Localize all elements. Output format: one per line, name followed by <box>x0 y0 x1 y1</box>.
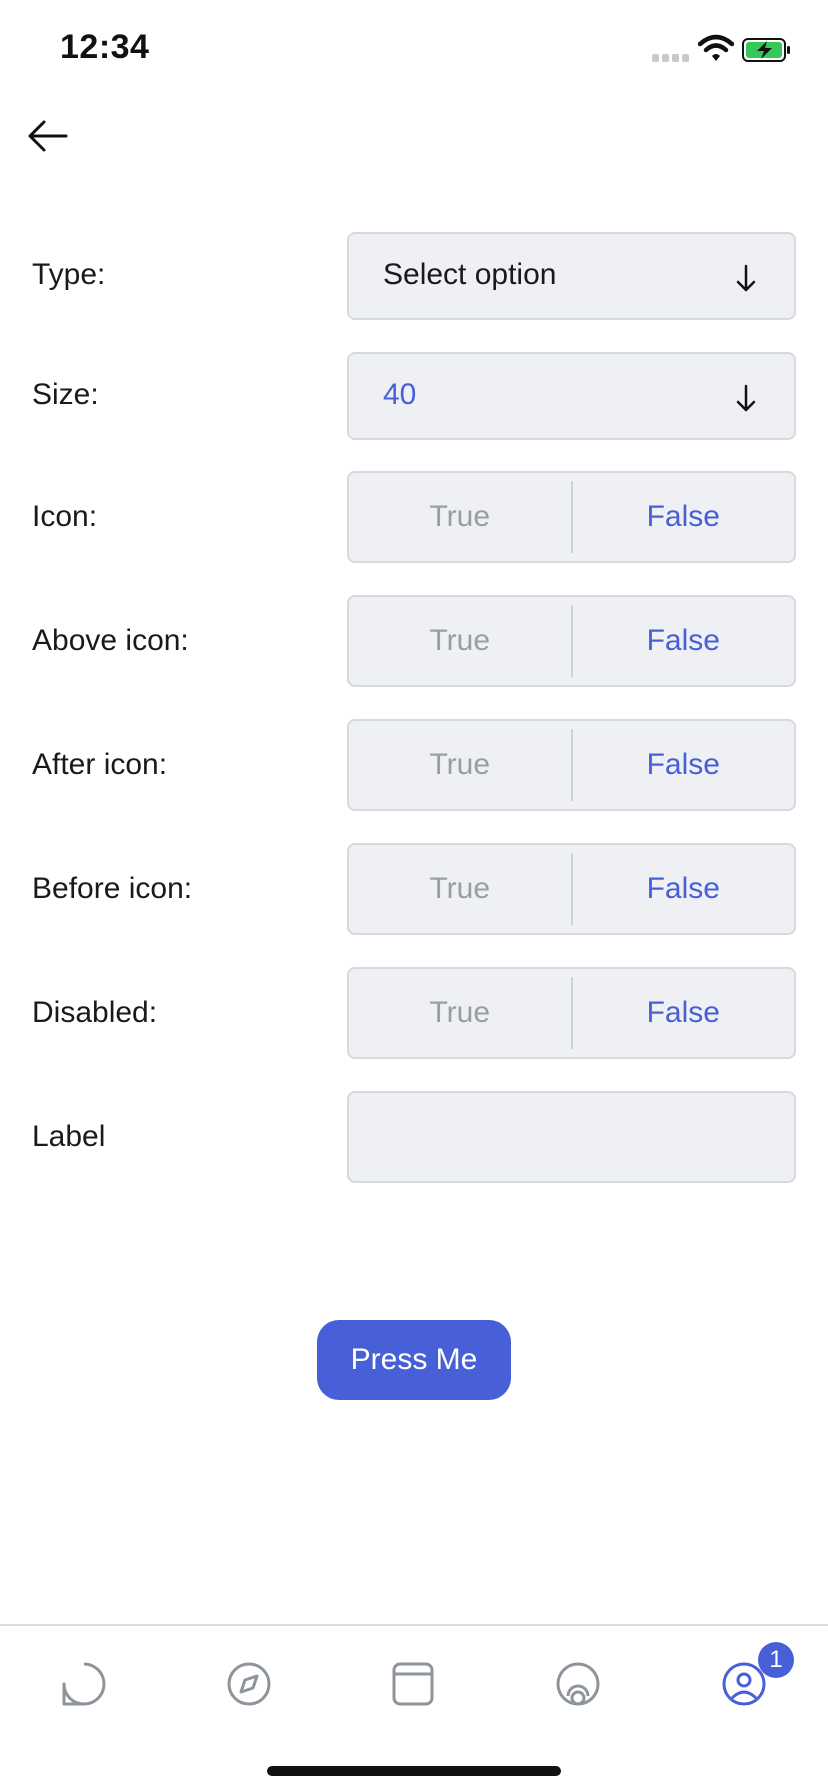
tab-chat[interactable] <box>54 1654 114 1714</box>
disabled-false-option[interactable]: False <box>573 969 795 1057</box>
above-icon-toggle: True False <box>347 595 796 687</box>
disabled-label: Disabled: <box>32 996 158 1029</box>
after-icon-label: After icon: <box>32 748 168 781</box>
label-input[interactable] <box>347 1091 796 1183</box>
above-icon-true-option[interactable]: True <box>349 597 571 685</box>
label-field-label: Label <box>32 1120 106 1153</box>
home-indicator <box>267 1766 561 1776</box>
icon-false-option[interactable]: False <box>573 473 795 561</box>
notification-badge: 1 <box>758 1642 794 1678</box>
radio-podcast-icon <box>556 1662 600 1706</box>
icon-label: Icon: <box>32 500 98 533</box>
status-time: 12:34 <box>60 28 150 66</box>
type-label: Type: <box>32 258 106 291</box>
size-label: Size: <box>32 378 99 411</box>
tab-podcast[interactable] <box>548 1654 608 1714</box>
disabled-true-option[interactable]: True <box>349 969 571 1057</box>
wifi-icon <box>698 34 734 61</box>
before-icon-true-option[interactable]: True <box>349 845 571 933</box>
type-select-value: Select option <box>383 258 557 291</box>
after-icon-true-option[interactable]: True <box>349 721 571 809</box>
browser-window-icon <box>392 1662 434 1706</box>
arrow-down-icon <box>736 384 756 412</box>
size-select-value: 40 <box>383 378 417 411</box>
size-select[interactable]: 40 <box>347 352 796 440</box>
chat-bubble-icon <box>62 1662 106 1706</box>
before-icon-label: Before icon: <box>32 872 193 905</box>
before-icon-false-option[interactable]: False <box>573 845 795 933</box>
disabled-toggle: True False <box>347 967 796 1059</box>
after-icon-false-option[interactable]: False <box>573 721 795 809</box>
battery-charging-icon <box>742 38 790 62</box>
above-icon-false-option[interactable]: False <box>573 597 795 685</box>
arrow-down-icon <box>736 264 756 292</box>
above-icon-label: Above icon: <box>32 624 189 657</box>
back-arrow-icon[interactable] <box>26 116 70 156</box>
type-select[interactable]: Select option <box>347 232 796 320</box>
tab-explore[interactable] <box>219 1654 279 1714</box>
status-bar: 12:34 <box>0 0 828 100</box>
compass-icon <box>227 1662 271 1706</box>
after-icon-toggle: True False <box>347 719 796 811</box>
before-icon-toggle: True False <box>347 843 796 935</box>
press-me-button[interactable]: Press Me <box>317 1320 511 1400</box>
tab-browser[interactable] <box>383 1654 443 1714</box>
icon-true-option[interactable]: True <box>349 473 571 561</box>
cellular-signal-icon <box>652 54 692 62</box>
icon-toggle: True False <box>347 471 796 563</box>
